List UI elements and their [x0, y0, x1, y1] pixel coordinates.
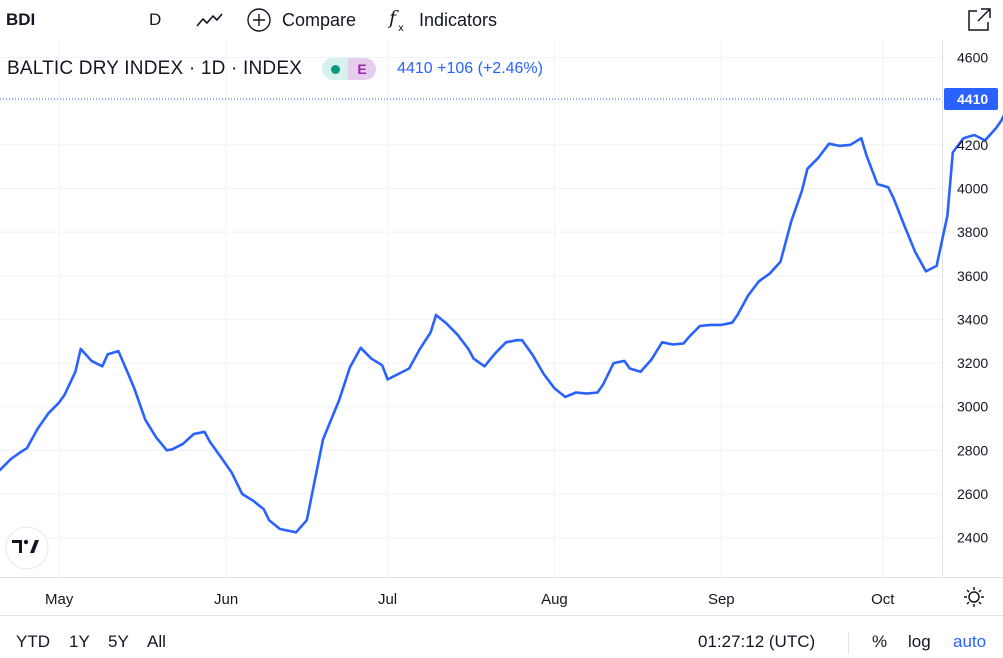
price-tick-label: 2400	[957, 530, 988, 546]
price-tick-label: 2600	[957, 486, 988, 502]
chart-series	[0, 98, 1003, 534]
range-5y-button[interactable]: 5Y	[108, 628, 129, 656]
price-chart[interactable]: 2400 2600 2800 3000 3200 3400 3600 3800 4000 4200…	[0, 40, 1003, 626]
time-tick-label: May	[45, 591, 74, 608]
time-tick-label: Oct	[871, 591, 895, 608]
line-style-icon	[195, 10, 223, 30]
price-tick-label: 4600	[957, 49, 988, 65]
chart-settings-icon[interactable]	[964, 587, 984, 607]
price-tick-label: 4200	[957, 137, 988, 153]
log-scale-button[interactable]: log	[908, 628, 931, 656]
top-toolbar: BDI D Compare fx Indicators	[0, 0, 1003, 40]
fullscreen-icon	[966, 7, 992, 33]
price-tick-label: 3000	[957, 399, 988, 415]
indicators-label: Indicators	[419, 9, 498, 30]
last-price-label: 4410	[957, 91, 988, 107]
range-1y-button[interactable]: 1Y	[69, 628, 90, 656]
chart-grid	[0, 40, 1003, 616]
symbol-search-button[interactable]: BDI	[6, 0, 35, 40]
price-tick-label: 4000	[957, 180, 988, 196]
utc-clock[interactable]: 01:27:12 (UTC)	[698, 628, 815, 656]
tradingview-logo-icon[interactable]	[5, 526, 49, 570]
function-icon: fx	[388, 6, 410, 34]
time-tick-label: Jul	[378, 591, 397, 608]
compare-button[interactable]: Compare	[246, 0, 356, 40]
price-line	[0, 114, 1003, 534]
price-tick-label: 3800	[957, 224, 988, 240]
price-tick-label: 3400	[957, 311, 988, 327]
bottom-toolbar: YTD 1Y 5Y All 01:27:12 (UTC) % log auto	[0, 626, 1003, 658]
auto-scale-button[interactable]: auto	[953, 628, 986, 656]
time-tick-label: Aug	[541, 591, 568, 608]
percent-scale-button[interactable]: %	[872, 628, 887, 656]
svg-text:x: x	[398, 23, 404, 34]
divider	[848, 632, 849, 654]
fullscreen-button[interactable]	[966, 0, 992, 40]
time-tick-label: Sep	[708, 591, 735, 608]
range-all-button[interactable]: All	[147, 628, 166, 656]
interval-button[interactable]: D	[149, 0, 161, 40]
time-tick-label: Jun	[214, 591, 238, 608]
price-axis[interactable]: 2400 2600 2800 3000 3200 3400 3600 3800 4000 4200…	[944, 49, 998, 546]
price-tick-label: 2800	[957, 442, 988, 458]
range-ytd-button[interactable]: YTD	[16, 628, 50, 656]
plus-circle-icon	[246, 7, 272, 33]
price-tick-label: 3200	[957, 355, 988, 371]
price-tick-label: 3600	[957, 268, 988, 284]
time-axis[interactable]: May Jun Jul Aug Sep Oct	[45, 591, 895, 608]
compare-label: Compare	[282, 9, 357, 30]
indicators-button[interactable]: fx Indicators	[388, 0, 497, 40]
chart-style-button[interactable]	[195, 0, 223, 40]
